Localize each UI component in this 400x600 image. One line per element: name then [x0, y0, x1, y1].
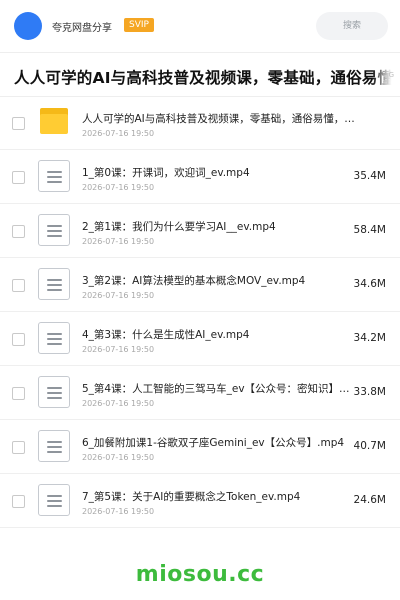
file-date: 2026-07-16 19:50: [82, 291, 155, 300]
file-size: 33.8M: [353, 386, 386, 398]
file-size: 34.2M: [353, 332, 386, 344]
header: 夸克网盘分享 SVIP 搜索: [0, 0, 400, 52]
page-title: 人人可学的AI与高科技普及视频课，零基础，通俗易懂，深入浅出: [14, 69, 400, 87]
row-checkbox[interactable]: [12, 279, 25, 292]
avatar[interactable]: [14, 12, 42, 40]
document-icon: [38, 484, 70, 516]
file-size: 35.4M: [353, 170, 386, 182]
file-name: 人人可学的AI与高科技普及视频课，零基础，通俗易懂，深入浅出: [82, 113, 362, 125]
file-row[interactable]: 7_第5课：关于AI的重要概念之Token_ev.mp4 2026-07-16 …: [0, 474, 400, 528]
file-row[interactable]: 2_第1课：我们为什么要学习AI__ev.mp4 2026-07-16 19:5…: [0, 204, 400, 258]
search-input[interactable]: 搜索: [316, 12, 388, 40]
user-name: 夸克网盘分享: [52, 23, 112, 34]
title-overflow-hint: G: [388, 71, 394, 79]
file-name: 4_第3课：什么是生成性AI_ev.mp4: [82, 329, 250, 341]
folder-icon: [40, 108, 68, 134]
file-date: 2026-07-16 19:50: [82, 399, 155, 408]
title-fade: G: [372, 56, 400, 96]
file-row[interactable]: 1_第0课：开课词，欢迎词_ev.mp4 2026-07-16 19:50 35…: [0, 150, 400, 204]
row-checkbox[interactable]: [12, 441, 25, 454]
file-date: 2026-07-16 19:50: [82, 345, 155, 354]
file-list: 人人可学的AI与高科技普及视频课，零基础，通俗易懂，深入浅出 2026-07-1…: [0, 96, 400, 528]
row-checkbox[interactable]: [12, 171, 25, 184]
file-name: 1_第0课：开课词，欢迎词_ev.mp4: [82, 167, 250, 179]
row-checkbox[interactable]: [12, 225, 25, 238]
file-row[interactable]: 6_加餐附加课1-谷歌双子座Gemini_ev【公众号】.mp4 2026-07…: [0, 420, 400, 474]
file-size: 34.6M: [353, 278, 386, 290]
row-checkbox[interactable]: [12, 387, 25, 400]
file-date: 2026-07-16 19:50: [82, 237, 155, 246]
file-row[interactable]: 3_第2课：AI算法模型的基本概念MOV_ev.mp4 2026-07-16 1…: [0, 258, 400, 312]
file-name: 2_第1课：我们为什么要学习AI__ev.mp4: [82, 221, 276, 233]
file-size: 58.4M: [353, 224, 386, 236]
file-date: 2026-07-16 19:50: [82, 129, 155, 138]
document-icon: [38, 376, 70, 408]
file-name: 6_加餐附加课1-谷歌双子座Gemini_ev【公众号】.mp4: [82, 437, 345, 449]
file-name: 5_第4课：人工智能的三驾马车_ev【公众号：密知识】.mp4: [82, 383, 352, 395]
file-size: 40.7M: [353, 440, 386, 452]
file-date: 2026-07-16 19:50: [82, 183, 155, 192]
document-icon: [38, 214, 70, 246]
file-name: 3_第2课：AI算法模型的基本概念MOV_ev.mp4: [82, 275, 306, 287]
document-icon: [38, 268, 70, 300]
row-checkbox[interactable]: [12, 495, 25, 508]
file-date: 2026-07-16 19:50: [82, 507, 155, 516]
header-divider: [0, 52, 400, 53]
file-date: 2026-07-16 19:50: [82, 453, 155, 462]
document-icon: [38, 430, 70, 462]
document-icon: [38, 160, 70, 192]
watermark: miosou.cc: [135, 562, 265, 587]
row-checkbox[interactable]: [12, 117, 25, 130]
svip-badge: SVIP: [124, 18, 154, 32]
row-checkbox[interactable]: [12, 333, 25, 346]
file-name: 7_第5课：关于AI的重要概念之Token_ev.mp4: [82, 491, 301, 503]
file-row[interactable]: 4_第3课：什么是生成性AI_ev.mp4 2026-07-16 19:50 3…: [0, 312, 400, 366]
file-row[interactable]: 5_第4课：人工智能的三驾马车_ev【公众号：密知识】.mp4 2026-07-…: [0, 366, 400, 420]
document-icon: [38, 322, 70, 354]
file-size: 24.6M: [353, 494, 386, 506]
file-row-folder[interactable]: 人人可学的AI与高科技普及视频课，零基础，通俗易懂，深入浅出 2026-07-1…: [0, 96, 400, 150]
title-bar: 人人可学的AI与高科技普及视频课，零基础，通俗易懂，深入浅出 G: [0, 56, 400, 96]
